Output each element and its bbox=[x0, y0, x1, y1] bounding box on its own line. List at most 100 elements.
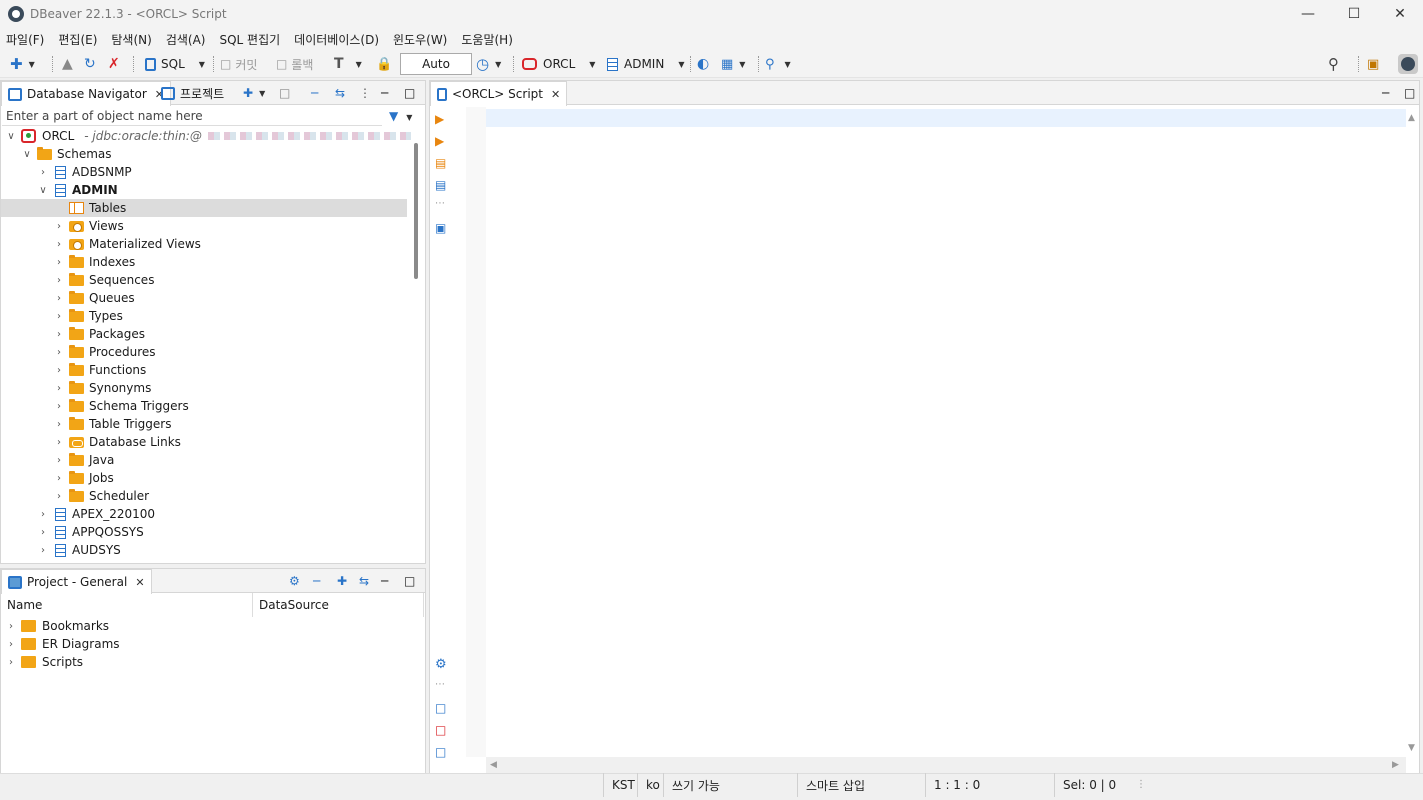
chevron-right-icon[interactable]: › bbox=[53, 365, 65, 376]
chevron-down-icon[interactable]: ∨ bbox=[37, 185, 49, 196]
tree-schema-appqossys[interactable]: › APPQOSSYS bbox=[37, 523, 144, 541]
chevron-down-icon[interactable]: ▼ bbox=[678, 60, 684, 69]
menu-sql-editor[interactable]: SQL 편집기 bbox=[219, 31, 280, 48]
scroll-up-arrow[interactable]: ▲ bbox=[1408, 113, 1415, 123]
tree-admin-child[interactable]: › Sequences bbox=[53, 271, 154, 289]
close-icon[interactable]: ✕ bbox=[135, 576, 144, 589]
project-collapse-button[interactable]: ─ bbox=[307, 569, 326, 593]
execute-script-icon[interactable]: ▤ bbox=[435, 156, 449, 170]
chevron-right-icon[interactable]: › bbox=[37, 167, 49, 178]
terminal-icon[interactable]: ▣ bbox=[435, 221, 449, 235]
lock-button[interactable]: 🔒 bbox=[376, 54, 392, 74]
maximize-button[interactable]: ☐ bbox=[1331, 0, 1377, 28]
project-expand-button[interactable]: ✚ bbox=[331, 569, 353, 593]
tab-database-navigator[interactable]: Database Navigator ✕ bbox=[1, 81, 172, 106]
chevron-right-icon[interactable]: › bbox=[53, 383, 65, 394]
chevron-down-icon[interactable]: ▼ bbox=[356, 60, 362, 69]
tree-admin-child[interactable]: › Scheduler bbox=[53, 487, 149, 505]
chevron-down-icon[interactable]: ▼ bbox=[199, 60, 205, 69]
menu-search[interactable]: 검색(A) bbox=[166, 31, 206, 48]
new-connection-small-button[interactable]: ✚ ▼ bbox=[237, 81, 271, 105]
export-icon[interactable]: □ bbox=[435, 701, 449, 715]
tab-project-general[interactable]: Project - General ✕ bbox=[1, 569, 152, 594]
tree-admin-child[interactable]: › Functions bbox=[53, 361, 146, 379]
tree-admin-child[interactable]: › Queues bbox=[53, 289, 135, 307]
chevron-right-icon[interactable]: › bbox=[53, 401, 65, 412]
chevron-right-icon[interactable]: › bbox=[37, 545, 49, 556]
rollback-button[interactable]: □ 롤백 bbox=[276, 54, 313, 74]
new-folder-button[interactable]: □ bbox=[273, 81, 296, 105]
scroll-right-arrow[interactable]: ▶ bbox=[1392, 760, 1399, 770]
navigator-scrollbar[interactable] bbox=[414, 143, 418, 279]
object-filter-input[interactable]: Enter a part of object name here bbox=[2, 106, 382, 126]
tab-orcl-script[interactable]: <ORCL> Script ✕ bbox=[430, 81, 568, 106]
project-settings-button[interactable]: ⚙ bbox=[283, 569, 306, 593]
column-header-name[interactable]: Name bbox=[7, 598, 42, 612]
disconnect-button[interactable]: ✗ bbox=[108, 54, 120, 74]
horizontal-scrollbar[interactable] bbox=[486, 757, 1406, 773]
scroll-down-arrow[interactable]: ▼ bbox=[1408, 743, 1415, 753]
menu-navigate[interactable]: 탐색(N) bbox=[111, 31, 151, 48]
chevron-right-icon[interactable]: › bbox=[53, 257, 65, 268]
menu-help[interactable]: 도움말(H) bbox=[461, 31, 513, 48]
tree-admin-child[interactable]: › Procedures bbox=[53, 343, 156, 361]
maximize-panel-button[interactable]: □ bbox=[398, 569, 421, 593]
chevron-right-icon[interactable]: › bbox=[53, 275, 65, 286]
chevron-down-icon[interactable]: ∨ bbox=[5, 131, 17, 142]
tree-admin-child[interactable]: › Database Links bbox=[53, 433, 181, 451]
tree-schemas-folder[interactable]: ∨ Schemas bbox=[21, 145, 112, 163]
connect-button[interactable]: ▲ bbox=[62, 54, 73, 74]
chevron-right-icon[interactable]: › bbox=[5, 621, 17, 632]
link-editor-button[interactable]: ⇆ bbox=[329, 81, 351, 105]
tree-admin-child[interactable]: › Synonyms bbox=[53, 379, 151, 397]
explain-plan-icon[interactable]: ▤ bbox=[435, 178, 449, 192]
chevron-right-icon[interactable]: › bbox=[53, 311, 65, 322]
tree-schema-admin[interactable]: ∨ ADMIN bbox=[37, 181, 117, 199]
tab-projects[interactable]: 프로젝트 bbox=[155, 81, 230, 105]
new-connection-button[interactable]: ✚ ▼ bbox=[10, 54, 35, 74]
project-item-scripts[interactable]: › Scripts bbox=[5, 653, 83, 671]
chevron-right-icon[interactable]: › bbox=[5, 639, 17, 650]
chevron-down-icon[interactable]: ▼ bbox=[29, 60, 35, 69]
chevron-down-icon[interactable]: ▼ bbox=[785, 60, 791, 69]
chevron-down-icon[interactable]: ▼ bbox=[589, 60, 595, 69]
chevron-right-icon[interactable]: › bbox=[53, 473, 65, 484]
sql-text-area[interactable] bbox=[486, 107, 1406, 757]
open-perspective-button[interactable]: ▣ bbox=[1367, 54, 1379, 74]
tree-schema-apex[interactable]: › APEX_220100 bbox=[37, 505, 155, 523]
menu-file[interactable]: 파일(F) bbox=[6, 31, 44, 48]
reconnect-button[interactable]: ↻ bbox=[84, 54, 96, 74]
project-item-er-diagrams[interactable]: › ER Diagrams bbox=[5, 635, 120, 653]
chevron-right-icon[interactable]: › bbox=[53, 347, 65, 358]
project-link-button[interactable]: ⇆ bbox=[353, 569, 375, 593]
chevron-right-icon[interactable]: › bbox=[53, 329, 65, 340]
tree-admin-child[interactable]: › Materialized Views bbox=[53, 235, 201, 253]
search-tool-button[interactable]: ⚲ ▼ bbox=[765, 54, 791, 74]
tree-schema-adbsnmp[interactable]: › ADBSNMP bbox=[37, 163, 132, 181]
column-header-datasource[interactable]: DataSource bbox=[259, 598, 329, 612]
chevron-down-icon[interactable]: ▼ bbox=[495, 60, 501, 69]
close-window-button[interactable]: ✕ bbox=[1377, 0, 1423, 28]
chevron-right-icon[interactable]: › bbox=[53, 437, 65, 448]
scroll-left-arrow[interactable]: ◀ bbox=[490, 760, 497, 770]
tree-connection-orcl[interactable]: ∨ ORCL - jdbc:oracle:thin:@ bbox=[5, 127, 411, 145]
tree-admin-child[interactable]: › Table Triggers bbox=[53, 415, 171, 433]
menu-window[interactable]: 윈도우(W) bbox=[393, 31, 447, 48]
chevron-right-icon[interactable]: › bbox=[53, 293, 65, 304]
transaction-log-button[interactable]: ◷ ▼ bbox=[476, 54, 501, 74]
minimize-panel-button[interactable]: ─ bbox=[375, 569, 394, 593]
menu-edit[interactable]: 편집(E) bbox=[58, 31, 97, 48]
dashboard-button[interactable]: ◐ bbox=[697, 54, 709, 74]
tree-admin-child[interactable]: › Java bbox=[53, 451, 114, 469]
dbeaver-perspective-button[interactable] bbox=[1398, 54, 1418, 74]
chevron-down-icon[interactable]: ▼ bbox=[259, 89, 265, 98]
menu-database[interactable]: 데이터베이스(D) bbox=[294, 31, 379, 48]
close-icon[interactable]: ✕ bbox=[551, 88, 560, 101]
minimize-panel-button[interactable]: ─ bbox=[1376, 81, 1395, 105]
execute-in-new-tab-icon[interactable]: ▶ bbox=[435, 134, 449, 148]
filter-icon[interactable]: ▼ ▼ bbox=[389, 109, 412, 123]
maximize-panel-button[interactable]: □ bbox=[1398, 81, 1421, 105]
tree-admin-child[interactable]: › Packages bbox=[53, 325, 145, 343]
transaction-mode-button[interactable]: T ▼ bbox=[334, 54, 362, 74]
tree-admin-child[interactable]: › Types bbox=[53, 307, 123, 325]
